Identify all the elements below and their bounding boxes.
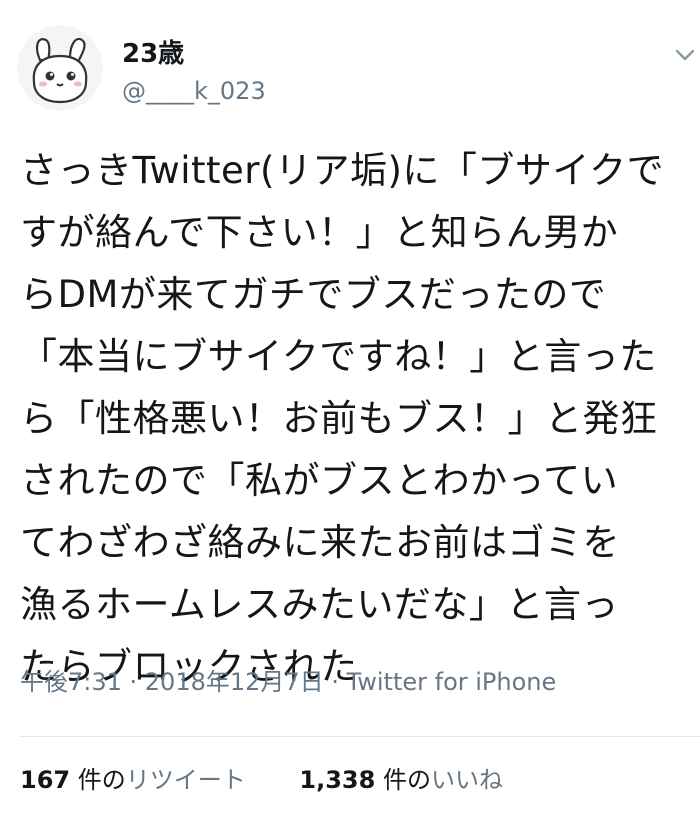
tweet-timestamp[interactable]: 午後7:31 · 2018年12月7日 · Twitter for iPhone [20, 664, 556, 700]
display-name[interactable]: 23歳 [122, 38, 266, 70]
tweet-stats: 167 件のリツイート 1,338 件のいいね [20, 762, 549, 798]
tweet-text-line: らDMが来てガチでブスだったので [20, 273, 607, 316]
tweet-text: さっきTwitter(リア垢)に「ブサイクで すが絡んで下さい！」と知らん男か らD… [20, 140, 696, 698]
retweet-count-link[interactable]: 167 件のリツイート [20, 762, 246, 798]
tweet-text-line: ら「性格悪い！お前もブス！」と発狂 [20, 397, 658, 440]
tweet-text-line: されたので「私がブスとわかってい [20, 459, 619, 502]
bunny-face-icon [17, 25, 103, 111]
tweet-header: 23歳 @____k_023 [0, 0, 700, 130]
like-count-link[interactable]: 1,338 件のいいね [299, 762, 503, 798]
divider [20, 736, 700, 737]
like-unit: 件の [382, 766, 431, 794]
user-names: 23歳 @____k_023 [122, 38, 266, 106]
tweet-text-line: てわざわざ絡みに来たお前はゴミを [20, 521, 620, 564]
chevron-down-icon [675, 49, 695, 61]
tweet-menu-button[interactable] [670, 40, 700, 70]
avatar[interactable] [16, 24, 104, 112]
tweet-text-line: 漁るホームレスみたいだな」と言っ [20, 583, 619, 626]
retweet-label: リツイート [125, 766, 246, 794]
tweet-text-line: すが絡んで下さい！」と知らん男か [20, 211, 619, 254]
like-label: いいね [430, 766, 503, 794]
tweet-text-line: 「本当にブサイクですね！」と言った [20, 335, 657, 378]
retweet-count: 167 [20, 766, 71, 794]
user-handle[interactable]: @____k_023 [122, 76, 266, 106]
tweet-text-line: さっきTwitter(リア垢)に「ブサイクで [20, 149, 665, 192]
like-count: 1,338 [299, 766, 376, 794]
retweet-unit: 件の [77, 766, 126, 794]
